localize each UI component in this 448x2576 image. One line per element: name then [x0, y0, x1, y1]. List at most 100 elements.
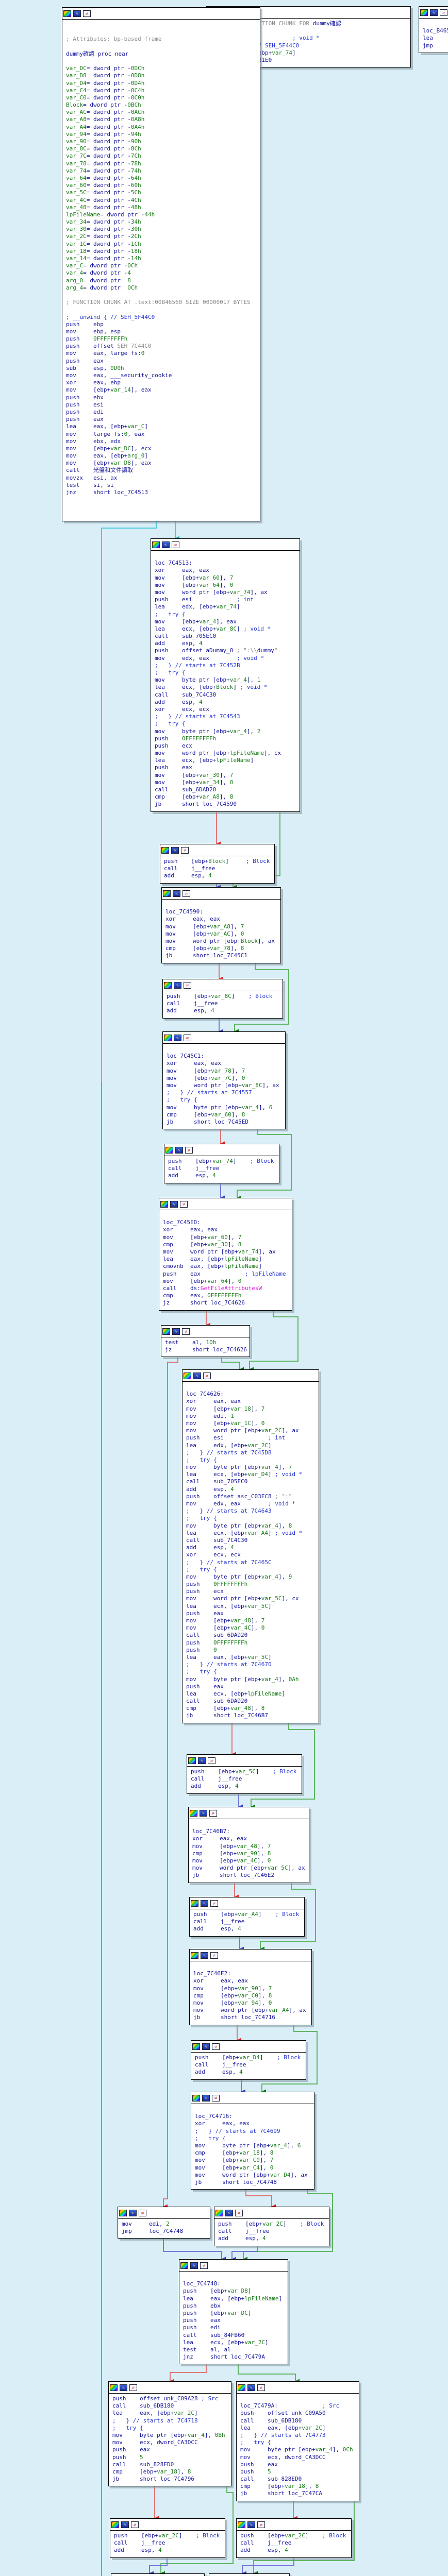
- asm-line[interactable]: jb short loc_7C45C1: [165, 952, 279, 959]
- asm-line[interactable]: mov word ptr [ebp+var_8C], ax: [167, 1082, 284, 1089]
- asm-line[interactable]: call j__free: [195, 2061, 305, 2069]
- asm-line[interactable]: var_34= dword ptr -34h: [66, 218, 259, 226]
- node-titlebar[interactable]: ✎⇄: [190, 1950, 311, 1961]
- asm-line[interactable]: mov eax, ___security_cookie: [66, 372, 259, 379]
- asm-line[interactable]: ; } // starts at 7C4773: [240, 2432, 358, 2439]
- node-edit-icon[interactable]: ✎: [129, 2210, 137, 2216]
- asm-line[interactable]: var_60= dword ptr -60h: [66, 182, 259, 189]
- node-titlebar[interactable]: ✎⇄: [161, 1326, 250, 1337]
- graph-node-entry[interactable]: ✎⇄; Attributes: bp-based framedummy確認 pr…: [62, 7, 260, 521]
- asm-line[interactable]: mov eax, [ebp+arg_0]: [66, 452, 259, 460]
- node-frame-icon[interactable]: ⇄: [257, 2521, 265, 2528]
- node-edit-icon[interactable]: ✎: [175, 1147, 183, 1154]
- node-titlebar[interactable]: ✎⇄: [179, 2260, 288, 2272]
- asm-line[interactable]: xor eax, eax: [155, 567, 298, 574]
- asm-line[interactable]: call ds:GetFileAttributesW: [163, 1285, 291, 1292]
- asm-line[interactable]: var_C0= dword ptr -0C0h: [66, 94, 259, 101]
- node-titlebar[interactable]: ✎⇄: [159, 1198, 292, 1210]
- asm-line[interactable]: cmp [ebp+var_A8], 8: [155, 793, 298, 801]
- asm-line[interactable]: call sub_6DAD20: [186, 1698, 318, 1705]
- graph-node-free_var_2C_R[interactable]: ✎⇄push [ebp+var_2C] ; Blockcall j__freea…: [236, 2518, 352, 2558]
- asm-line[interactable]: xor eax, eax: [163, 1226, 291, 1233]
- asm-line[interactable]: push 0FFFFFFFFh: [186, 1581, 318, 1588]
- asm-line[interactable]: jmp loc_7C4748: [122, 2228, 209, 2235]
- asm-line[interactable]: push [ebp+var_2C] ; Block: [114, 2532, 224, 2539]
- node-titlebar[interactable]: ✎⇄: [162, 888, 280, 900]
- node-color-icon[interactable]: [192, 2095, 200, 2102]
- asm-line[interactable]: push ecx: [186, 1588, 318, 1595]
- asm-line[interactable]: push edi: [183, 2324, 287, 2331]
- node-color-icon[interactable]: [162, 1328, 170, 1335]
- node-titlebar[interactable]: ✎⇄: [163, 1032, 285, 1044]
- asm-line[interactable]: lea ecx, [ebp+var_5C]: [186, 1603, 318, 1610]
- graph-node-src_C09A28[interactable]: ✎⇄push offset unk_C09A28 ; Srccall sub_6…: [108, 2381, 231, 2486]
- asm-line[interactable]: lea edx, [ebp+var_74]: [155, 603, 298, 611]
- node-titlebar[interactable]: ✎⇄: [209, 2574, 289, 2576]
- node-titlebar[interactable]: ✎⇄: [118, 2207, 210, 2219]
- graph-node-loc_7C46B7[interactable]: ✎⇄loc_7C46B7:xor eax, eaxmov [ebp+var_48…: [188, 1807, 309, 1883]
- node-frame-icon[interactable]: ⇄: [210, 1900, 218, 1907]
- asm-line[interactable]: var_18= dword ptr -18h: [66, 248, 259, 255]
- node-frame-icon[interactable]: ⇄: [212, 2095, 220, 2102]
- asm-line[interactable]: mov word ptr [ebp+var_74], ax: [155, 589, 298, 596]
- node-color-icon[interactable]: [192, 2043, 200, 2050]
- node-edit-icon[interactable]: ✎: [174, 1035, 181, 1041]
- asm-line[interactable]: ; try {: [186, 1566, 318, 1573]
- node-color-icon[interactable]: [164, 982, 172, 989]
- asm-line[interactable]: ; try {: [155, 669, 298, 676]
- asm-line[interactable]: loc_7C4590:: [165, 908, 279, 916]
- asm-line[interactable]: mov [ebp+var_4], eax: [155, 618, 298, 625]
- asm-line[interactable]: push eax: [66, 358, 259, 365]
- asm-line[interactable]: ; Attributes: bp-based frame: [66, 36, 259, 43]
- asm-line[interactable]: test al, al: [183, 2346, 287, 2353]
- asm-line[interactable]: push [ebp+var_2C] ; Block: [240, 2532, 350, 2539]
- graph-node-free_var_8C[interactable]: ✎⇄push [ebp+var_8C] ; Blockcall j__freea…: [162, 979, 283, 1019]
- graph-node-loc_7C4626[interactable]: ✎⇄loc_7C4626:xor eax, eaxmov [ebp+var_18…: [182, 1369, 319, 1723]
- asm-line[interactable]: var_AC= dword ptr -0ACh: [66, 109, 259, 116]
- asm-line[interactable]: loc_7C45ED:: [163, 1219, 291, 1226]
- asm-line[interactable]: mov [ebp+var_48], 7: [186, 1617, 318, 1624]
- asm-line[interactable]: push eax: [183, 2317, 287, 2324]
- asm-line[interactable]: [165, 901, 279, 908]
- asm-line[interactable]: add esp, 4: [155, 640, 298, 647]
- asm-line[interactable]: call j__free: [168, 1165, 278, 1172]
- asm-line[interactable]: arg_0= dword ptr 8: [66, 277, 259, 284]
- asm-line[interactable]: add esp, 4: [191, 1783, 301, 1790]
- node-edit-icon[interactable]: ✎: [120, 2384, 127, 2391]
- asm-line[interactable]: var_8C= dword ptr -8Ch: [66, 145, 259, 152]
- asm-line[interactable]: test si, si: [66, 482, 259, 489]
- asm-line[interactable]: cmovnb eax, [ebp+lpFileName]: [163, 1263, 291, 1270]
- asm-line[interactable]: push offset SEH_7C44C0: [66, 343, 259, 350]
- node-titlebar[interactable]: ✎⇄: [191, 2041, 306, 2053]
- asm-line[interactable]: var_A4= dword ptr -0A4h: [66, 124, 259, 131]
- node-edit-icon[interactable]: ✎: [247, 2384, 255, 2391]
- asm-line[interactable]: mov word ptr [ebp+var_5C], ax: [192, 1865, 308, 1872]
- node-titlebar[interactable]: ✎⇄: [191, 2092, 314, 2104]
- node-titlebar[interactable]: ✎⇄: [182, 1370, 319, 1382]
- asm-line[interactable]: var_D4= dword ptr -0D4h: [66, 80, 259, 87]
- asm-line[interactable]: call j__free: [167, 1000, 281, 1007]
- asm-line[interactable]: mov ecx, dword_CA3DCC: [112, 2439, 230, 2446]
- asm-line[interactable]: mov [ebp+var_94], 0: [193, 1999, 310, 2007]
- asm-line[interactable]: [167, 1045, 284, 1053]
- asm-line[interactable]: loc_7C4513:: [155, 560, 298, 567]
- node-frame-icon[interactable]: ⇄: [257, 2384, 265, 2391]
- node-edit-icon[interactable]: ✎: [201, 1900, 208, 1907]
- graph-node-loc_7C4796[interactable]: ✎⇄loc_7C4796:xor bl, bljmp short loc_7C4…: [111, 2573, 205, 2576]
- node-titlebar[interactable]: ✎⇄: [214, 2207, 329, 2219]
- asm-line[interactable]: cmp [ebp+var_30], 8: [163, 1241, 291, 1248]
- asm-line[interactable]: mov byte ptr [ebp+var_4], 9: [186, 1573, 318, 1581]
- asm-line[interactable]: push ecx: [155, 742, 298, 750]
- asm-line[interactable]: call sub_6DAD20: [155, 786, 298, 793]
- asm-line[interactable]: ; } // starts at 7C4543: [155, 713, 298, 720]
- asm-line[interactable]: push [ebp+var_8C] ; Block: [167, 993, 281, 1000]
- asm-line[interactable]: xor eax, eax: [192, 1835, 308, 1842]
- node-titlebar[interactable]: ✎⇄: [164, 1144, 279, 1156]
- asm-line[interactable]: ; try {: [112, 2425, 230, 2432]
- asm-line[interactable]: push [ebp+var_D8]: [183, 2287, 287, 2295]
- asm-line[interactable]: var_C= dword ptr -0Ch: [66, 262, 259, 269]
- graph-node-loc_7C45ED[interactable]: ✎⇄loc_7C45ED:xor eax, eaxmov [ebp+var_60…: [159, 1198, 292, 1311]
- node-edit-icon[interactable]: ✎: [202, 2043, 210, 2050]
- asm-line[interactable]: push 0FFFFFFFFh: [66, 335, 259, 343]
- node-edit-icon[interactable]: ✎: [202, 2095, 210, 2102]
